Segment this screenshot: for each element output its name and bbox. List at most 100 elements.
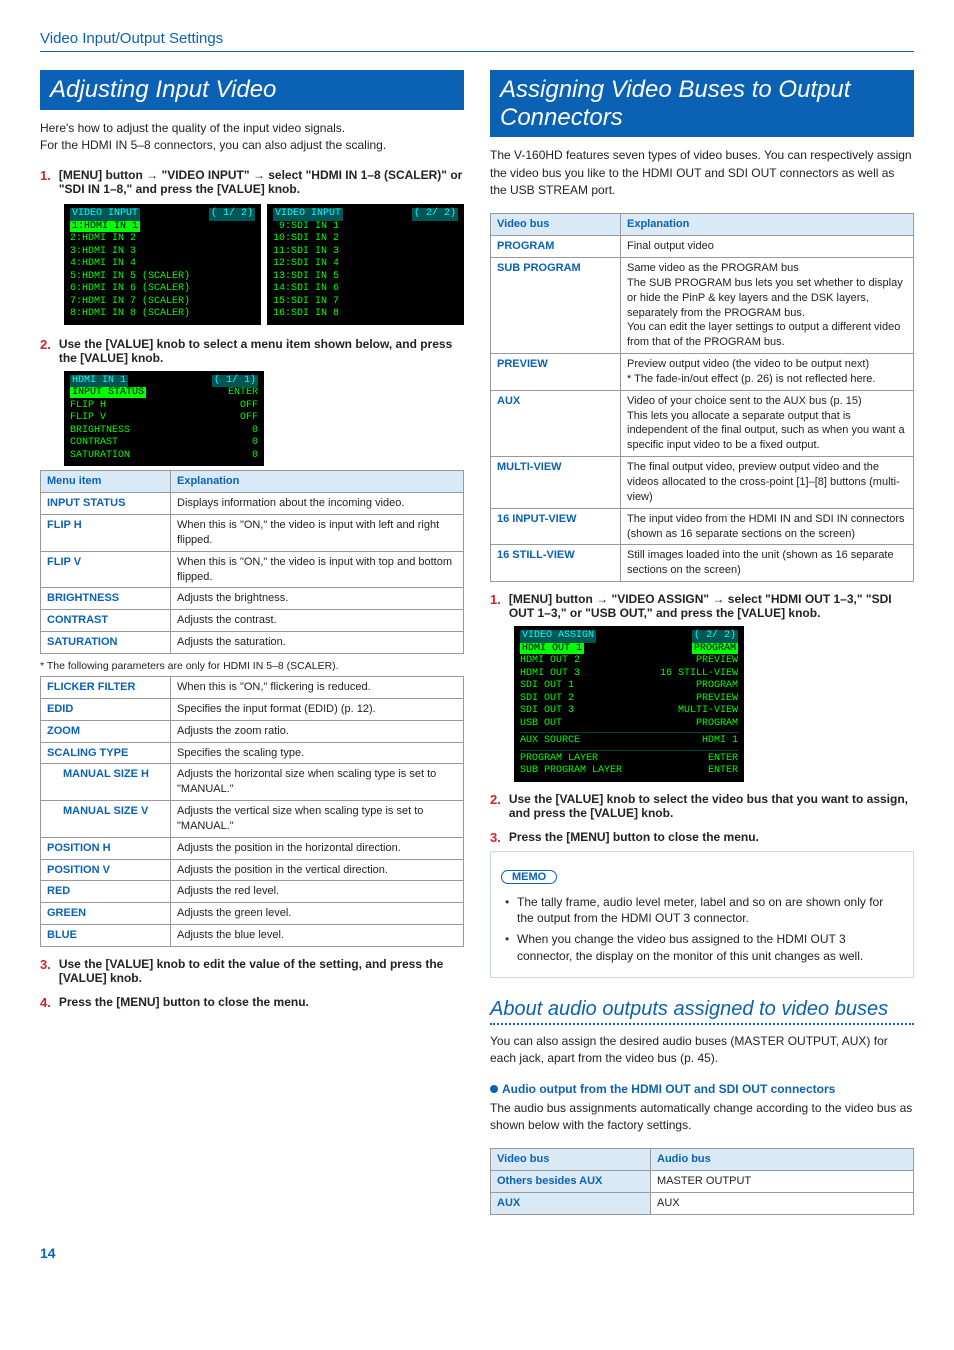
bullet-icon xyxy=(490,1085,498,1093)
screenshot-pair: VIDEO INPUT( 1/ 2)1:HDMI IN 12:HDMI IN 2… xyxy=(64,204,464,325)
table-row: PROGRAMFinal output video xyxy=(491,236,914,258)
explanation-cell: Adjusts the vertical size when scaling t… xyxy=(171,801,464,838)
memo-badge: MEMO xyxy=(501,870,557,884)
table-row: BLUEAdjusts the blue level. xyxy=(41,925,464,947)
menu-item-cell: FLIP H xyxy=(41,515,171,552)
explanation-cell: Specifies the scaling type. xyxy=(171,742,464,764)
explanation-cell: Adjusts the horizontal size when scaling… xyxy=(171,764,464,801)
table-row: Others besides AUXMASTER OUTPUT xyxy=(491,1171,914,1193)
audio-section-title-text: Audio output from the HDMI OUT and SDI O… xyxy=(502,1082,835,1096)
step1-mid: "VIDEO INPUT" xyxy=(162,168,253,182)
explanation-cell: Adjusts the contrast. xyxy=(171,610,464,632)
explanation-cell: Specifies the input format (EDID) (p. 12… xyxy=(171,698,464,720)
audio-note: The audio bus assignments automatically … xyxy=(490,1100,914,1135)
table-row: AUXAUX xyxy=(491,1193,914,1215)
table-row: MULTI-VIEWThe final output video, previe… xyxy=(491,457,914,509)
bus-name-cell: 16 STILL-VIEW xyxy=(491,545,621,582)
table-row: SCALING TYPESpecifies the scaling type. xyxy=(41,742,464,764)
step-number: 3. xyxy=(490,830,501,845)
table-menu-items-1: Menu item Explanation INPUT STATUSDispla… xyxy=(40,470,464,654)
step-number: 4. xyxy=(40,995,51,1010)
step-number: 2. xyxy=(490,792,501,820)
audio-bus-cell: MASTER OUTPUT xyxy=(651,1171,914,1193)
table-header: Explanation xyxy=(621,214,914,236)
table-row: PREVIEWPreview output video (the video t… xyxy=(491,354,914,391)
step-1-right: 1. [MENU] button → "VIDEO ASSIGN" → sele… xyxy=(490,592,914,620)
audio-bus-cell: AUX xyxy=(651,1193,914,1215)
bus-name-cell: AUX xyxy=(491,390,621,456)
r-step3-text: Press the [MENU] button to close the men… xyxy=(509,830,759,844)
table-row: POSITION VAdjusts the position in the ve… xyxy=(41,859,464,881)
explanation-cell: Adjusts the saturation. xyxy=(171,632,464,654)
step-2: 2. Use the [VALUE] knob to select a menu… xyxy=(40,337,464,365)
table-row: FLIP VWhen this is "ON," the video is in… xyxy=(41,551,464,588)
table-row: SUB PROGRAMSame video as the PROGRAM bus… xyxy=(491,258,914,354)
menu-item-cell: SATURATION xyxy=(41,632,171,654)
step-2-right: 2. Use the [VALUE] knob to select the vi… xyxy=(490,792,914,820)
bus-name-cell: MULTI-VIEW xyxy=(491,457,621,509)
screen-video-assign: VIDEO ASSIGN( 2/ 2)HDMI OUT 1PROGRAMHDMI… xyxy=(514,626,744,782)
intro-line-1: Here's how to adjust the quality of the … xyxy=(40,121,345,135)
table-row: REDAdjusts the red level. xyxy=(41,881,464,903)
table-row: AUXVideo of your choice sent to the AUX … xyxy=(491,390,914,456)
memo-item: The tally frame, audio level meter, labe… xyxy=(505,894,903,928)
table-header: Video bus xyxy=(491,1149,651,1171)
step-number: 2. xyxy=(40,337,51,365)
menu-item-cell: BRIGHTNESS xyxy=(41,588,171,610)
screen-video-input-2: VIDEO INPUT( 2/ 2) 9:SDI IN 110:SDI IN 2… xyxy=(267,204,464,325)
explanation-cell: Adjusts the position in the vertical dir… xyxy=(171,859,464,881)
step3-text: Use the [VALUE] knob to edit the value o… xyxy=(59,957,444,985)
table-row: FLICKER FILTERWhen this is "ON," flicker… xyxy=(41,676,464,698)
page-number: 14 xyxy=(40,1245,914,1261)
bus-name-cell: SUB PROGRAM xyxy=(491,258,621,354)
table-row: EDIDSpecifies the input format (EDID) (p… xyxy=(41,698,464,720)
bus-explanation-cell: Same video as the PROGRAM busThe SUB PRO… xyxy=(621,258,914,354)
table-header: Explanation xyxy=(171,471,464,493)
bus-name-cell: 16 INPUT-VIEW xyxy=(491,508,621,545)
r-step2-text: Use the [VALUE] knob to select the video… xyxy=(509,792,908,820)
table-header: Audio bus xyxy=(651,1149,914,1171)
step-number: 3. xyxy=(40,957,51,985)
table-row: MANUAL SIZE HAdjusts the horizontal size… xyxy=(41,764,464,801)
menu-item-cell: INPUT STATUS xyxy=(41,493,171,515)
breadcrumb: Video Input/Output Settings xyxy=(40,30,914,52)
footnote: * The following parameters are only for … xyxy=(40,660,464,672)
table-header: Video bus xyxy=(491,214,621,236)
bus-explanation-cell: Preview output video (the video to be ou… xyxy=(621,354,914,391)
r-step1-pre: [MENU] button xyxy=(509,592,596,606)
right-column: Assigning Video Buses to Output Connecto… xyxy=(490,70,914,1221)
table-row: MANUAL SIZE VAdjusts the vertical size w… xyxy=(41,801,464,838)
intro-text: Here's how to adjust the quality of the … xyxy=(40,120,464,155)
r-step1-mid: "VIDEO ASSIGN" xyxy=(612,592,713,606)
table-row: CONTRASTAdjusts the contrast. xyxy=(41,610,464,632)
table-row: ZOOMAdjusts the zoom ratio. xyxy=(41,720,464,742)
explanation-cell: Adjusts the blue level. xyxy=(171,925,464,947)
arrow-icon: → xyxy=(596,592,608,606)
menu-item-cell: EDID xyxy=(41,698,171,720)
step-number: 1. xyxy=(40,168,51,196)
step-3-right: 3. Press the [MENU] button to close the … xyxy=(490,830,914,845)
table-header: Menu item xyxy=(41,471,171,493)
memo-item: When you change the video bus assigned t… xyxy=(505,931,903,965)
explanation-cell: When this is "ON," the video is input wi… xyxy=(171,551,464,588)
arrow-icon: → xyxy=(253,168,265,182)
bus-name-cell: PREVIEW xyxy=(491,354,621,391)
bus-explanation-cell: Still images loaded into the unit (shown… xyxy=(621,545,914,582)
menu-item-cell: CONTRAST xyxy=(41,610,171,632)
table-row: POSITION HAdjusts the position in the ho… xyxy=(41,837,464,859)
bus-explanation-cell: The final output video, preview output v… xyxy=(621,457,914,509)
menu-item-cell: SCALING TYPE xyxy=(41,742,171,764)
audio-intro: You can also assign the desired audio bu… xyxy=(490,1033,914,1068)
intro-line-2: For the HDMI IN 5–8 connectors, you can … xyxy=(40,138,386,152)
explanation-cell: When this is "ON," flickering is reduced… xyxy=(171,676,464,698)
menu-item-cell: FLICKER FILTER xyxy=(41,676,171,698)
table-row: BRIGHTNESSAdjusts the brightness. xyxy=(41,588,464,610)
left-column: Adjusting Input Video Here's how to adju… xyxy=(40,70,464,1221)
video-bus-cell: Others besides AUX xyxy=(491,1171,651,1193)
menu-item-cell: POSITION H xyxy=(41,837,171,859)
bus-explanation-cell: The input video from the HDMI IN and SDI… xyxy=(621,508,914,545)
explanation-cell: Adjusts the position in the horizontal d… xyxy=(171,837,464,859)
arrow-icon: → xyxy=(712,592,724,606)
menu-item-cell: MANUAL SIZE V xyxy=(41,801,171,838)
step1-pre: [MENU] button xyxy=(59,168,146,182)
